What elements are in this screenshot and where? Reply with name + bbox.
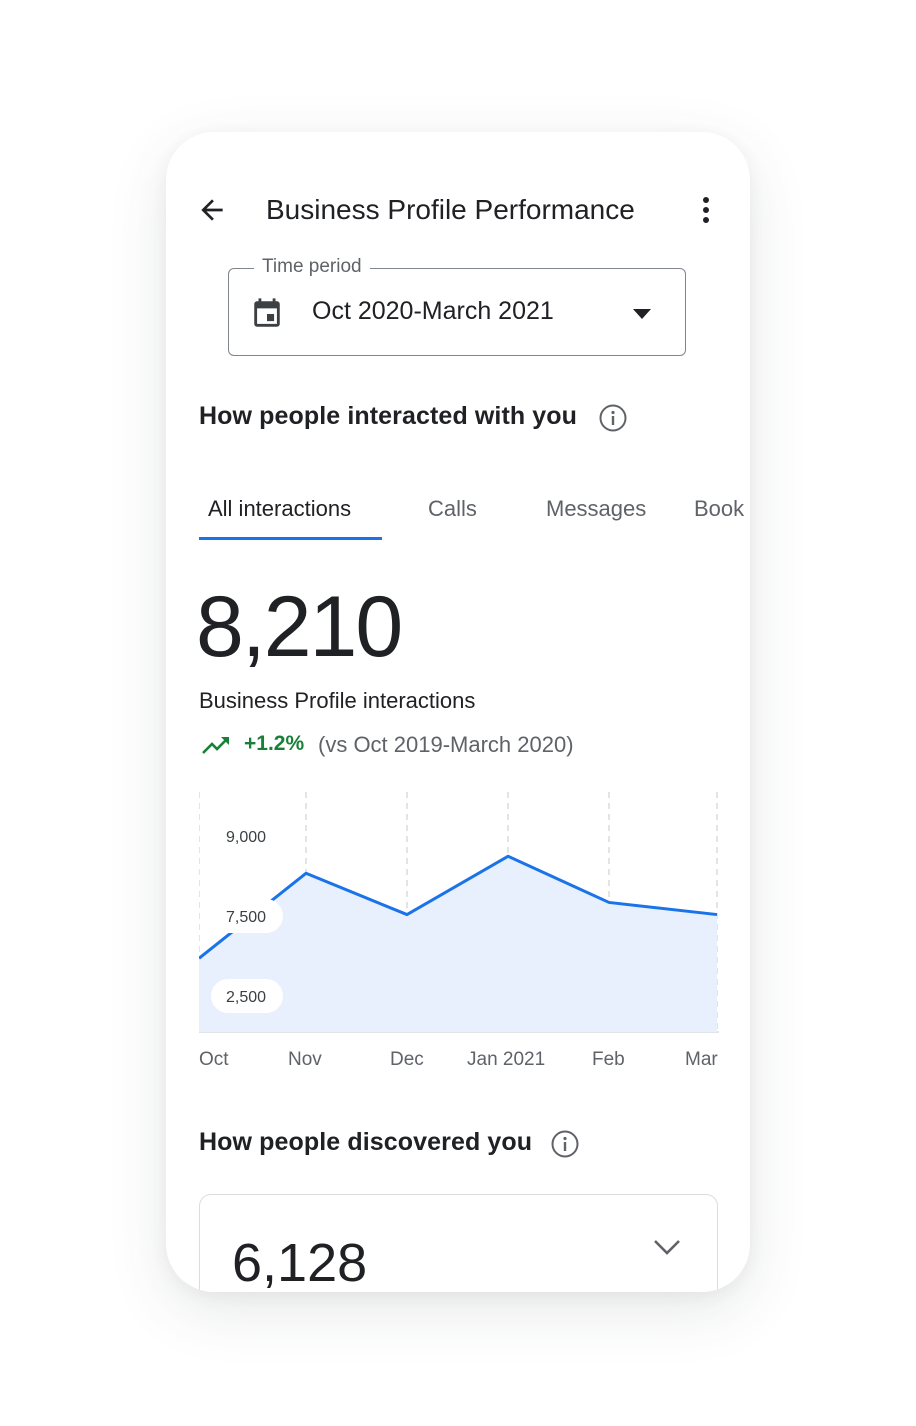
- tab-messages[interactable]: Messages: [546, 496, 646, 522]
- page-title: Business Profile Performance: [266, 194, 635, 225]
- metric-label: Business Profile interactions: [199, 688, 476, 713]
- y-tick-label: 7,500: [226, 909, 266, 926]
- trending-up-icon: [201, 734, 231, 756]
- chevron-down-icon[interactable]: [652, 1238, 682, 1256]
- total-interactions: 8,210: [196, 579, 403, 675]
- x-tick-label: Dec: [390, 1049, 424, 1070]
- active-tab-indicator: [199, 537, 382, 540]
- dropdown-caret-icon[interactable]: [632, 307, 652, 319]
- info-icon[interactable]: [550, 1129, 580, 1159]
- time-period-value: Oct 2020-March 2021: [312, 297, 554, 325]
- x-tick-label: Oct: [199, 1049, 229, 1070]
- interactions-section-title: How people interacted with you: [199, 402, 578, 430]
- tab-calls[interactable]: Calls: [428, 496, 477, 522]
- x-tick-label: Jan 2021: [467, 1049, 545, 1070]
- time-period-label: Time period: [254, 256, 370, 278]
- tab-all-interactions[interactable]: All interactions: [208, 496, 351, 522]
- interactions-chart: 9,000 7,500 2,500 Oct Nov Dec Jan 2021 Feb Mar: [199, 792, 719, 1070]
- x-tick-label: Nov: [288, 1049, 322, 1070]
- y-tick-label: 2,500: [226, 989, 266, 1006]
- trend-value: +1.2%: [244, 732, 305, 755]
- x-tick-label: Mar: [685, 1049, 718, 1070]
- calendar-icon: [250, 296, 284, 332]
- tab-bookings[interactable]: Book: [694, 496, 744, 522]
- more-vert-icon[interactable]: [694, 194, 718, 226]
- phone-screen: Business Profile Performance Time period…: [166, 132, 750, 1292]
- arrow-back-icon[interactable]: [196, 194, 228, 226]
- info-icon[interactable]: [598, 403, 628, 433]
- discovery-total: 6,128: [232, 1233, 368, 1292]
- y-tick-label: 9,000: [226, 829, 266, 846]
- x-tick-label: Feb: [592, 1049, 625, 1070]
- trend-comparison: (vs Oct 2019-March 2020): [318, 732, 574, 757]
- discovery-section-title: How people discovered you: [199, 1128, 533, 1156]
